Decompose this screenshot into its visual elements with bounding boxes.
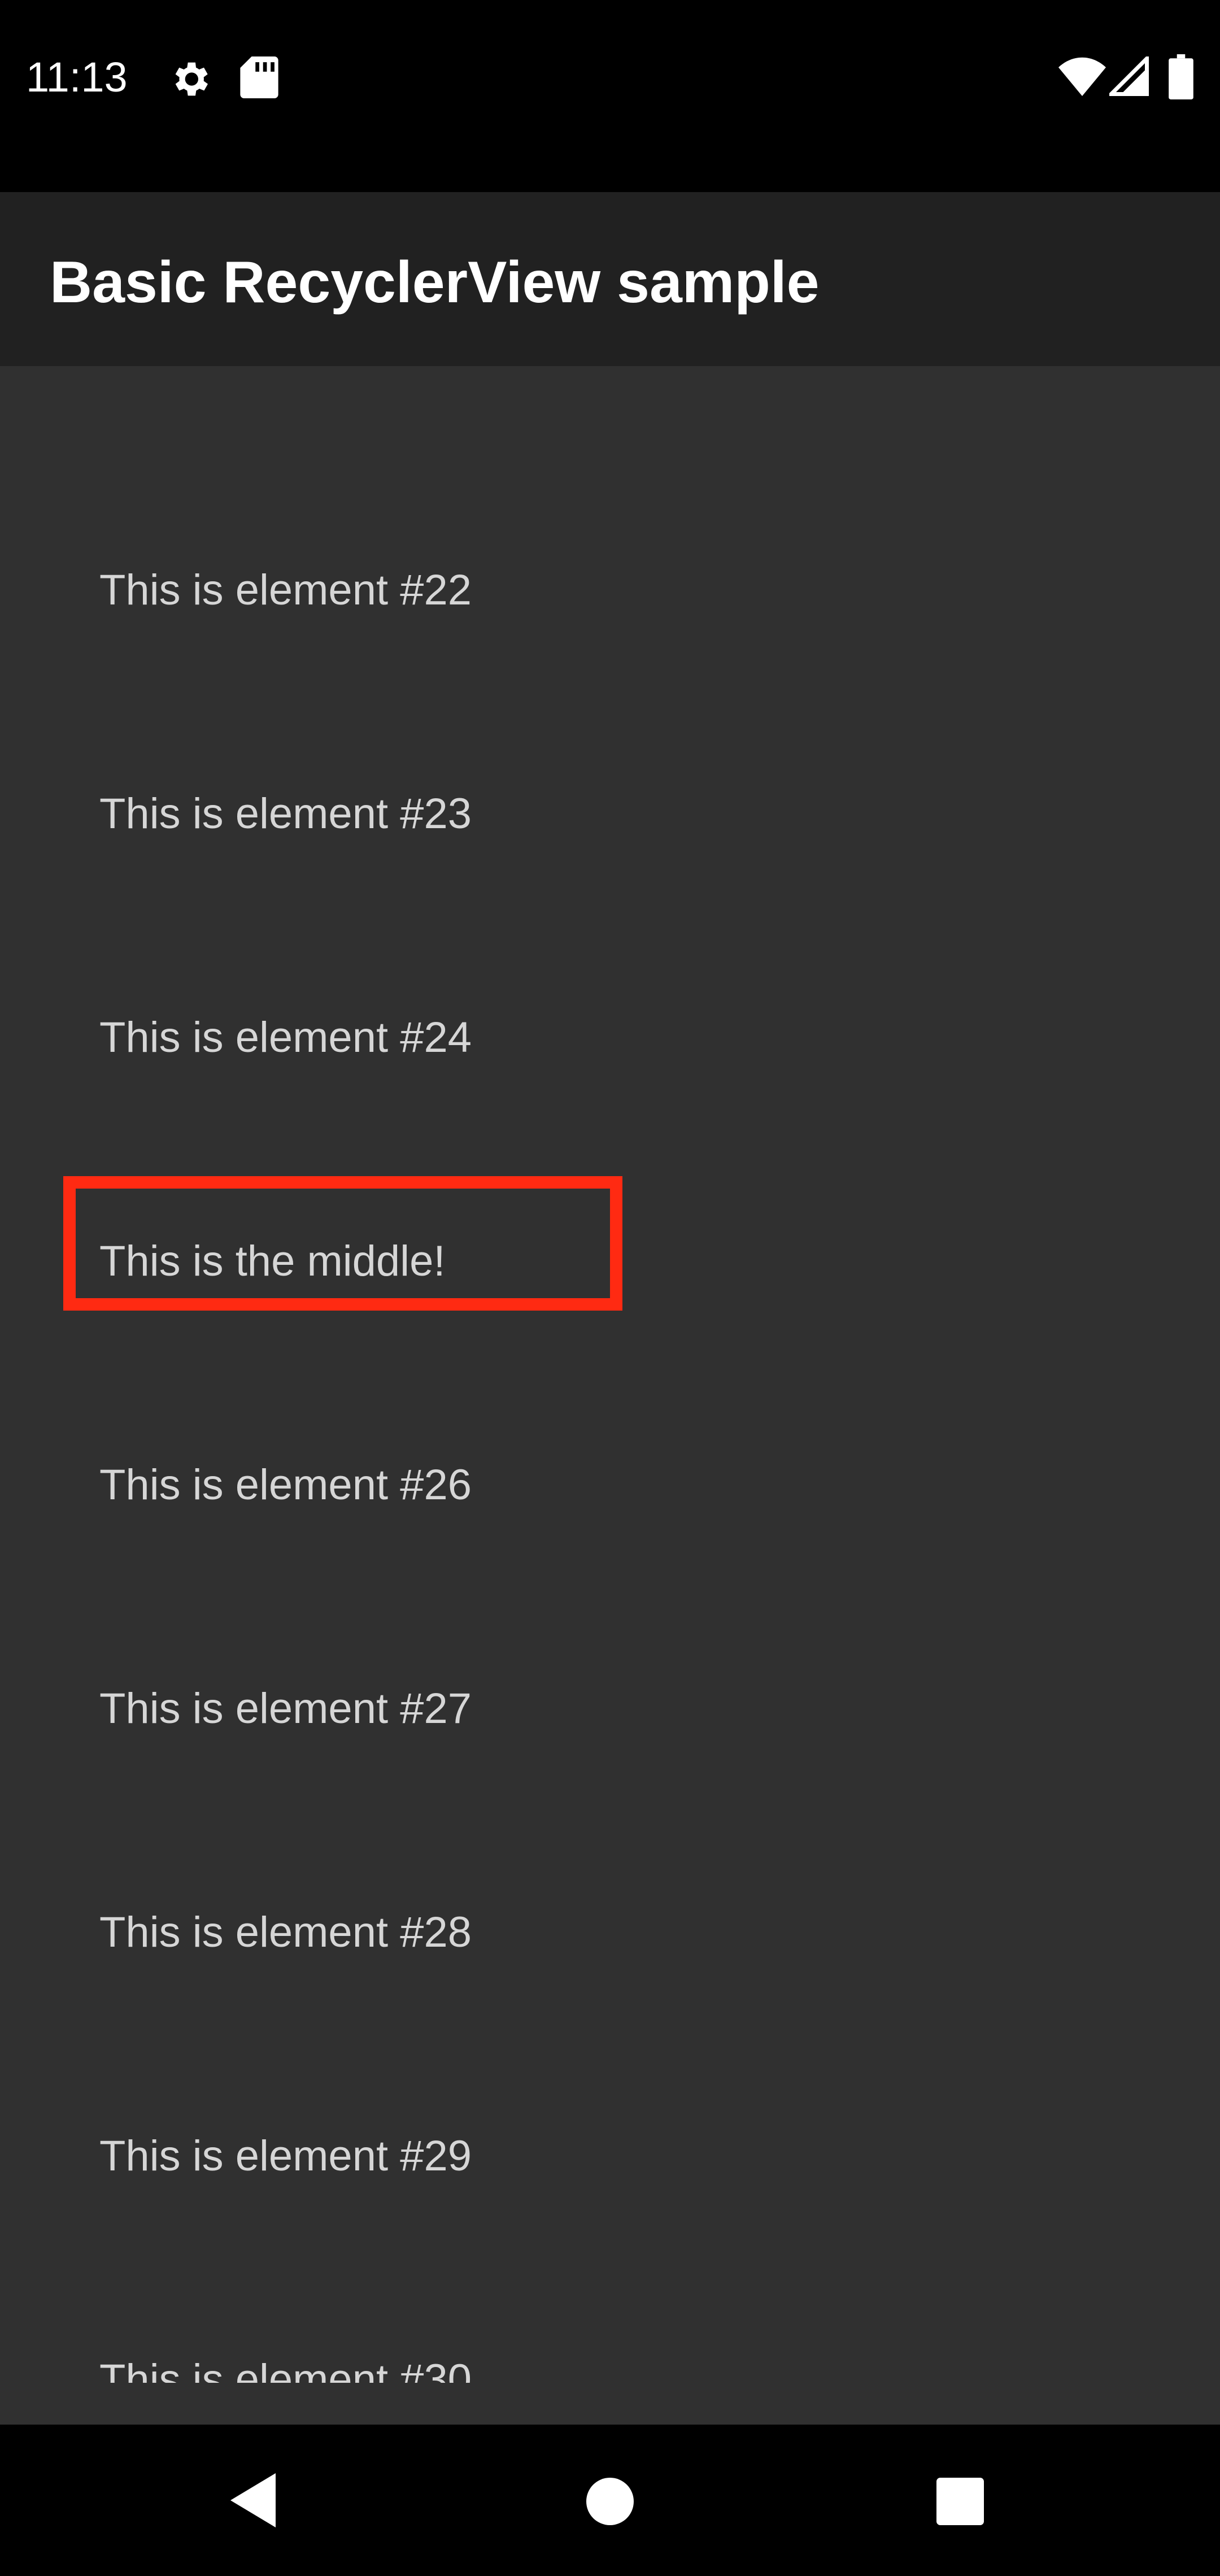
- phone-screen: 11:13 Basic RecyclerView sample This is …: [0, 0, 1220, 2576]
- recycler-view-list[interactable]: This is element #22 This is element #23 …: [0, 366, 1220, 2425]
- navigation-bar: [0, 2425, 1220, 2576]
- status-bar: 11:13: [0, 0, 1220, 192]
- list-item[interactable]: This is element #24: [99, 1012, 472, 1063]
- list-item[interactable]: This is element #23: [99, 789, 472, 839]
- highlight-box: [63, 1176, 622, 1311]
- list-item[interactable]: This is element #22: [99, 565, 472, 616]
- gear-icon: [175, 62, 208, 96]
- battery-icon: [1169, 54, 1193, 99]
- list-item[interactable]: This is element #27: [99, 1683, 472, 1734]
- list-item[interactable]: This is element #28: [99, 1907, 472, 1958]
- app-title: Basic RecyclerView sample: [50, 250, 820, 315]
- list-item[interactable]: This is element #26: [99, 1460, 472, 1511]
- sd-card-icon: [240, 56, 278, 98]
- list-item[interactable]: This is element #29: [99, 2131, 472, 2182]
- home-icon[interactable]: [586, 2478, 634, 2525]
- wifi-icon: [1058, 57, 1106, 96]
- status-time: 11:13: [26, 54, 128, 101]
- cellular-signal-icon: [1109, 56, 1149, 96]
- back-icon[interactable]: [230, 2473, 276, 2527]
- recents-icon[interactable]: [936, 2478, 984, 2525]
- list-item[interactable]: This is element #30: [99, 2355, 472, 2383]
- list-item-clip: This is element #30: [0, 2355, 1220, 2383]
